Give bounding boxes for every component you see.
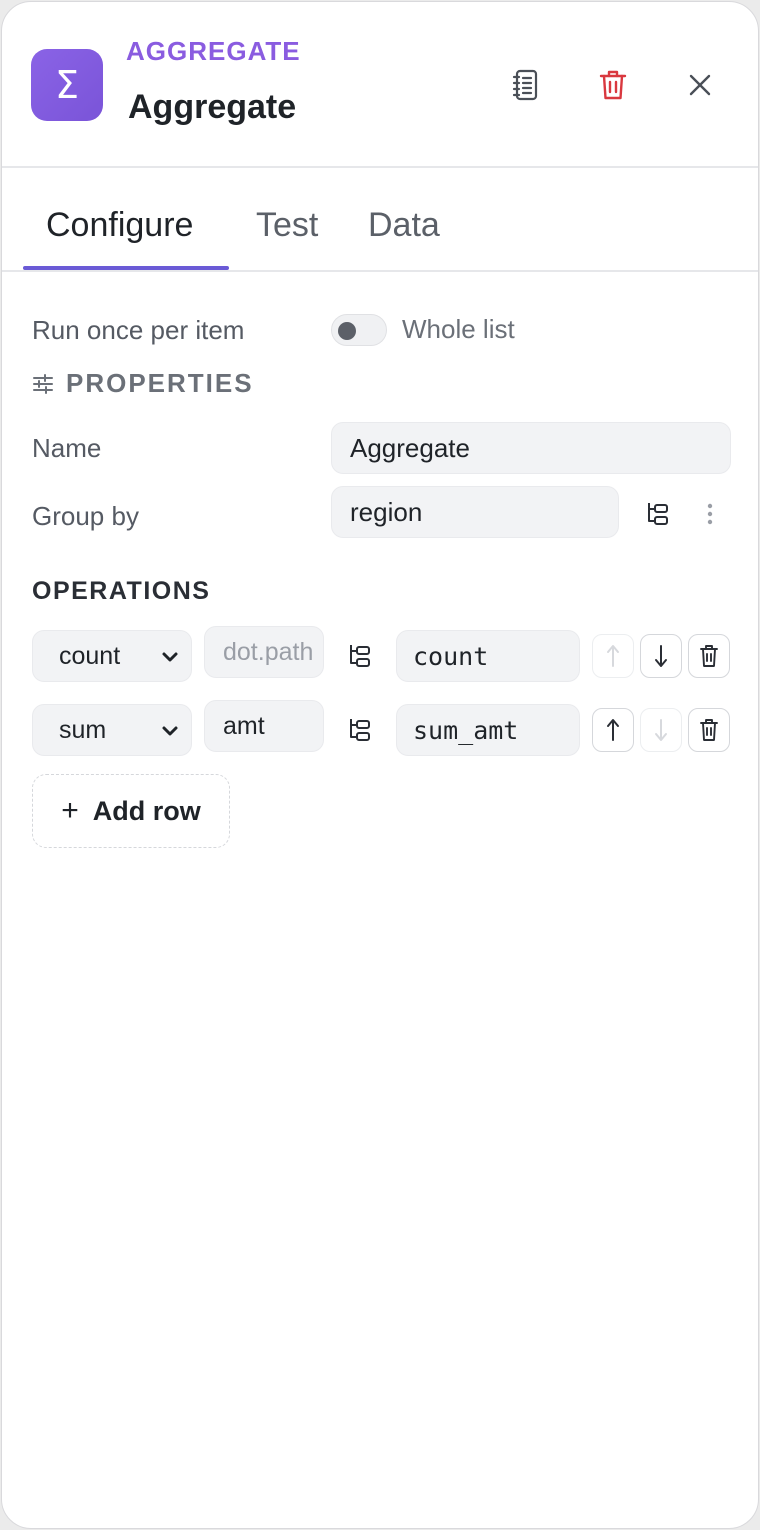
delete-row-button[interactable] [688, 708, 730, 752]
chevron-down-icon [162, 726, 178, 736]
operation-select-value: count [59, 641, 121, 670]
tree-picker-icon [648, 503, 668, 525]
arrow-up-icon [607, 645, 619, 667]
tab-test[interactable]: Test [256, 206, 318, 245]
close-button[interactable] [679, 64, 721, 106]
name-label: Name [32, 433, 102, 463]
toggle-knob [338, 322, 356, 340]
notebook-icon [512, 69, 538, 101]
arrow-down-icon [655, 645, 667, 667]
tab-data[interactable]: Data [368, 206, 440, 245]
field-path-picker[interactable] [341, 712, 377, 748]
field-path-input[interactable]: amt [204, 700, 324, 752]
plus-icon: + [61, 794, 79, 827]
operations-heading: OPERATIONS [32, 577, 211, 605]
group-by-label: Group by [32, 501, 139, 531]
group-by-input[interactable]: region [331, 486, 619, 538]
field-path-input[interactable]: dot.path [204, 626, 324, 678]
operation-select[interactable]: count [32, 630, 192, 682]
field-path-picker[interactable] [341, 638, 377, 674]
properties-heading: PROPERTIES [32, 368, 254, 399]
active-tab-indicator [23, 266, 229, 270]
move-down-button[interactable] [640, 634, 682, 678]
arrow-down-icon [655, 719, 667, 741]
operation-select[interactable]: sum [32, 704, 192, 756]
delete-row-button[interactable] [688, 634, 730, 678]
chevron-down-icon [162, 652, 178, 662]
trash-icon [700, 719, 718, 741]
output-name-input[interactable]: count [396, 630, 580, 682]
add-row-button[interactable]: + Add row [32, 774, 230, 848]
tab-configure[interactable]: Configure [46, 206, 193, 245]
node-config-panel: Σ AGGREGATE Aggregate Configure Test Dat… [1, 1, 759, 1529]
move-down-button[interactable] [640, 708, 682, 752]
arrow-up-icon [607, 719, 619, 741]
trash-icon [599, 70, 627, 100]
sliders-icon [33, 373, 53, 394]
node-title: Aggregate [128, 88, 297, 126]
add-row-label: Add row [92, 795, 201, 826]
more-vertical-icon [707, 503, 713, 525]
group-by-path-picker[interactable] [639, 496, 675, 532]
group-by-more-button[interactable] [692, 496, 728, 532]
node-type-label: AGGREGATE [126, 36, 301, 66]
run-mode-label: Run once per item [32, 315, 245, 345]
name-input[interactable]: Aggregate [331, 422, 731, 474]
move-up-button[interactable] [592, 708, 634, 752]
sigma-icon: Σ [31, 49, 103, 121]
output-name-input[interactable]: sum_amt [396, 704, 580, 756]
close-icon [689, 74, 711, 96]
delete-node-button[interactable] [592, 64, 634, 106]
panel-header: Σ AGGREGATE Aggregate [2, 2, 758, 168]
whole-list-toggle[interactable] [331, 314, 387, 346]
whole-list-label: Whole list [402, 314, 515, 344]
tab-bar: Configure Test Data [2, 170, 758, 272]
trash-icon [700, 645, 718, 667]
operation-select-value: sum [59, 715, 107, 744]
notes-button[interactable] [505, 64, 547, 106]
tree-picker-icon [350, 719, 370, 741]
move-up-button[interactable] [592, 634, 634, 678]
tree-picker-icon [350, 645, 370, 667]
